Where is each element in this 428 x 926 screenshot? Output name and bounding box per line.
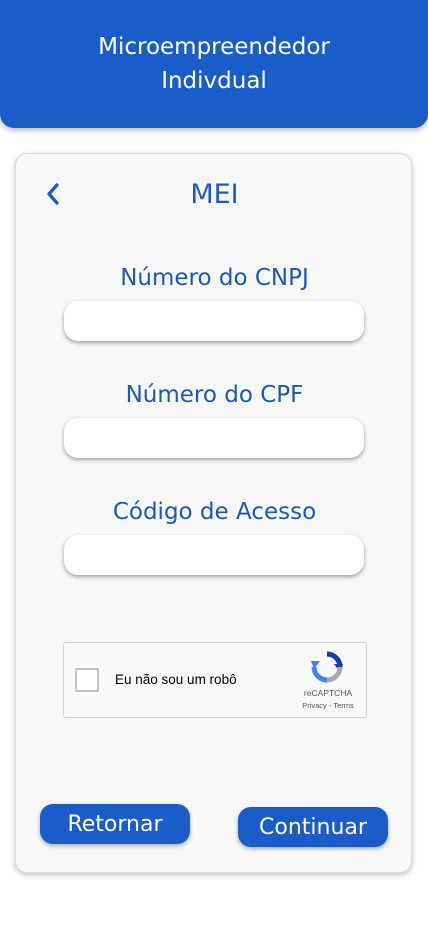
return-button[interactable]: Retornar bbox=[40, 804, 190, 844]
access-code-input[interactable] bbox=[64, 535, 364, 575]
header-title: Microempreendedor Indivdual bbox=[98, 34, 330, 94]
recaptcha-brand: reCAPTCHA bbox=[303, 688, 353, 698]
cnpj-input[interactable] bbox=[64, 301, 364, 341]
recaptcha-label: Eu não sou um robô bbox=[115, 672, 237, 687]
cpf-input[interactable] bbox=[64, 418, 364, 458]
mei-form-card: MEI Número do CNPJ Número do CPF Código … bbox=[15, 153, 412, 873]
recaptcha-privacy-terms-link[interactable]: Privacy - Terms bbox=[282, 701, 374, 711]
cpf-label: Número do CPF bbox=[125, 382, 304, 408]
recaptcha-logo-icon bbox=[311, 651, 343, 683]
recaptcha-widget: Eu não sou um robô reCAPTCHA Privacy - T… bbox=[63, 642, 367, 718]
card-title: MEI bbox=[190, 179, 239, 210]
app-header: Microempreendedor Indivdual bbox=[0, 0, 428, 128]
recaptcha-checkbox[interactable] bbox=[75, 668, 99, 692]
continue-button[interactable]: Continuar bbox=[238, 807, 388, 847]
cnpj-label: Número do CNPJ bbox=[120, 265, 309, 291]
access-code-label: Código de Acesso bbox=[112, 499, 317, 525]
